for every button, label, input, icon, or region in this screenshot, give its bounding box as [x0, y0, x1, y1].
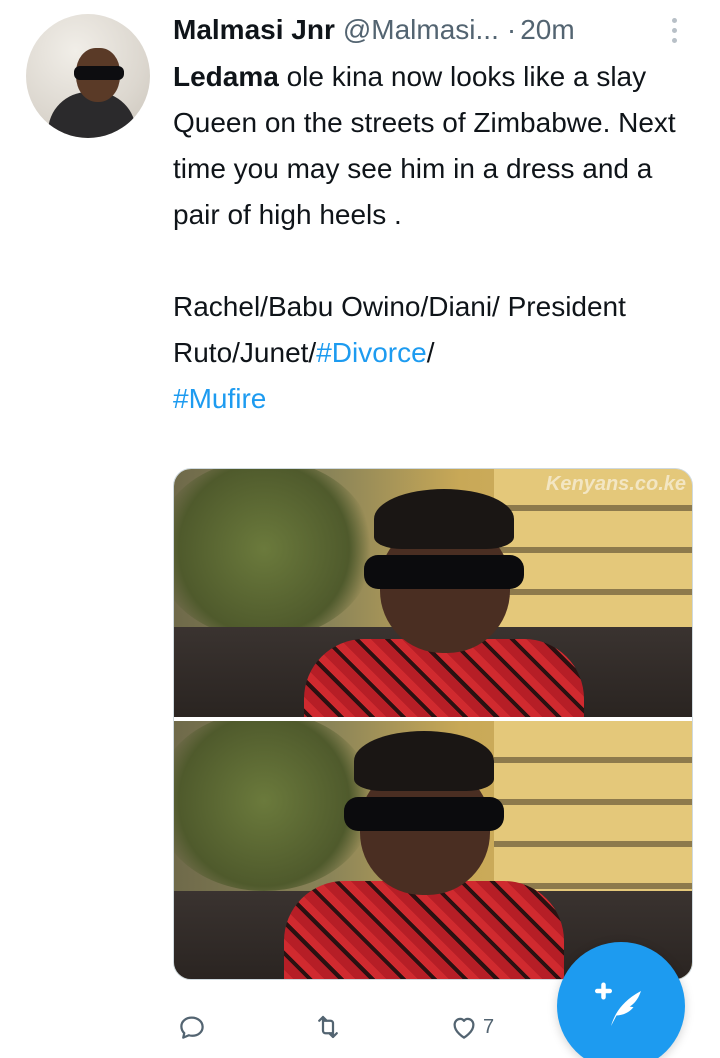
- retweet-icon: [318, 1015, 338, 1039]
- hashtag-divorce[interactable]: #Divorce: [316, 337, 426, 368]
- photo-watermark: Kenyans.co.ke: [545, 473, 686, 495]
- tweet-body: Ledama ole kina now looks like a slay Qu…: [173, 54, 688, 238]
- retweet-button[interactable]: [313, 1005, 343, 1049]
- reply-button[interactable]: [177, 1005, 207, 1049]
- avatar[interactable]: [26, 14, 150, 138]
- tweet-photo-2[interactable]: [174, 721, 692, 979]
- more-options-icon[interactable]: [662, 12, 686, 48]
- tweet-bold-word: Ledama: [173, 61, 279, 92]
- like-count: 7: [483, 1015, 495, 1038]
- separator-dot: ·: [506, 14, 517, 45]
- tags-slash: /: [426, 337, 435, 368]
- user-handle[interactable]: @Malmasi...: [343, 14, 499, 46]
- tweet-media[interactable]: Kenyans.co.ke: [173, 468, 693, 980]
- tweet-actions: 7: [173, 1005, 533, 1049]
- heart-icon: [453, 1017, 475, 1039]
- hashtag-mufire[interactable]: #Mufire: [173, 383, 266, 414]
- reply-icon: [180, 1016, 204, 1039]
- timestamp[interactable]: 20m: [520, 14, 574, 46]
- tweet-header: Malmasi Jnr @Malmasi... · 20m: [173, 10, 693, 50]
- tweet-card[interactable]: Malmasi Jnr @Malmasi... · 20m Ledama ole…: [0, 0, 720, 1058]
- display-name[interactable]: Malmasi Jnr: [173, 14, 335, 46]
- tweet-tags: Rachel/Babu Owino/Diani/ President Ruto/…: [173, 284, 688, 422]
- tweet-photo-1[interactable]: Kenyans.co.ke: [174, 469, 692, 717]
- like-button[interactable]: 7: [449, 1005, 494, 1049]
- compose-tweet-button[interactable]: [557, 942, 685, 1058]
- compose-tweet-icon: [595, 982, 641, 1026]
- avatar-sunglasses: [74, 66, 124, 80]
- tweet-text: Ledama ole kina now looks like a slay Qu…: [173, 54, 688, 422]
